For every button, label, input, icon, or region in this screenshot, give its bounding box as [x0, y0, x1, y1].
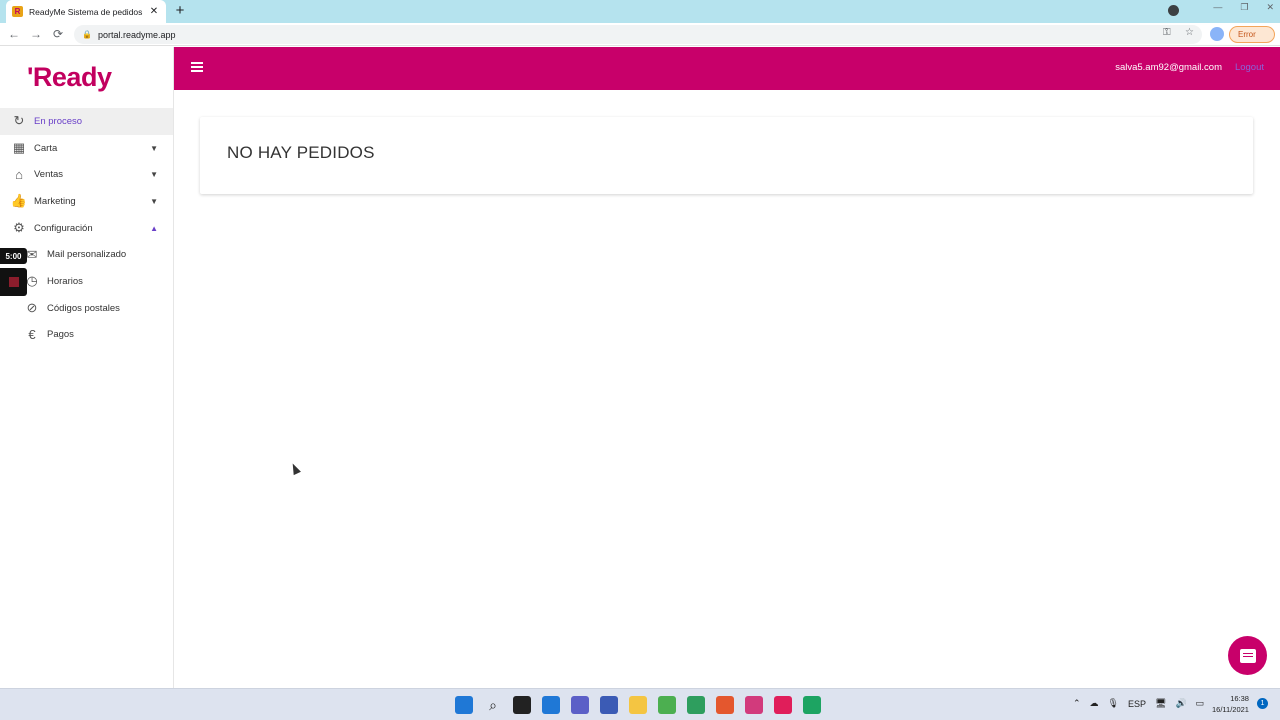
error-badge[interactable]: Error	[1229, 26, 1275, 43]
sidebar-item-label: Carta	[34, 142, 58, 154]
gear-icon: ⚙	[13, 220, 25, 236]
app-icon[interactable]	[600, 696, 618, 714]
sidebar-item-label: Códigos postales	[47, 302, 120, 314]
store-icon: ⌂	[15, 167, 23, 183]
sidebar-item-label: Pagos	[47, 329, 74, 341]
network-icon[interactable]: 🖥	[1155, 698, 1166, 709]
snipping-tool-icon[interactable]	[687, 696, 705, 714]
windows-taskbar: ⌕ ⌃ ☁ 🎙 ESP 🖥 🔊 ▭ 16:38 16/11/2021 1	[0, 688, 1280, 720]
compass-icon: ⊘	[26, 300, 38, 316]
forward-icon[interactable]: →	[29, 26, 43, 42]
sidebar-item-pagos[interactable]: € Pagos	[0, 322, 173, 349]
hamburger-menu-icon[interactable]	[191, 62, 203, 72]
chat-icon	[1239, 648, 1256, 663]
mail-icon: ✉	[26, 246, 38, 262]
sidebar-item-configuracion[interactable]: ⚙ Configuración ▲	[0, 215, 173, 242]
language-indicator[interactable]: ESP	[1128, 699, 1146, 709]
system-tray: ⌃ ☁ 🎙 ESP 🖥 🔊 ▭	[1073, 698, 1204, 709]
slack-icon[interactable]	[774, 696, 792, 714]
sidebar-item-en-proceso[interactable]: ↻ En proceso	[0, 108, 173, 135]
search-icon[interactable]: ⌕	[484, 696, 502, 714]
microphone-icon[interactable]: 🎙	[1108, 698, 1119, 709]
address-bar: ← → ⟳ 🔒 portal.readyme.app ⚿ ☆ Error	[0, 23, 1280, 46]
lock-icon[interactable]: 🔒	[82, 30, 92, 39]
widgets-icon[interactable]	[542, 696, 560, 714]
sidebar: 'Ready ↻ En proceso ▦ Carta ▼ ⌂ Ventas ▼…	[0, 47, 174, 688]
sidebar-item-marketing[interactable]: 👍 Marketing ▼	[0, 188, 173, 215]
onedrive-icon[interactable]: ☁	[1090, 698, 1099, 709]
chevron-down-icon: ▼	[150, 170, 158, 180]
restore-icon[interactable]: ❐	[1240, 2, 1248, 13]
empty-orders-message: NO HAY PEDIDOS	[227, 143, 375, 162]
tab-search-icon[interactable]	[1168, 5, 1179, 16]
sidebar-item-label: Mail personalizado	[47, 249, 127, 261]
chevron-up-icon: ▲	[150, 223, 158, 233]
mouse-cursor	[289, 461, 301, 476]
minimize-icon[interactable]: —	[1213, 2, 1222, 13]
sidebar-item-carta[interactable]: ▦ Carta ▼	[0, 135, 173, 162]
tab-title: ReadyMe Sistema de pedidos	[29, 6, 143, 17]
brave-browser-icon[interactable]	[716, 696, 734, 714]
logout-link[interactable]: Logout	[1235, 62, 1264, 73]
url-text: portal.readyme.app	[97, 29, 176, 40]
profile-avatar[interactable]	[1210, 27, 1224, 41]
dashboard-icon: ▦	[12, 140, 26, 156]
thumbs-up-icon: 👍	[10, 193, 28, 209]
browser-tab[interactable]: R ReadyMe Sistema de pedidos ✕	[6, 0, 166, 23]
clock-date: 16/11/2021	[1212, 705, 1249, 714]
sidebar-item-label: Marketing	[34, 195, 76, 207]
user-email: salva5.am92@gmail.com	[1115, 62, 1222, 73]
recording-timer: 5:00	[0, 248, 27, 264]
chevron-up-icon[interactable]: ⌃	[1073, 698, 1081, 709]
favicon-icon: R	[12, 6, 23, 17]
close-window-icon[interactable]: ✕	[1266, 2, 1274, 13]
clock-time: 16:38	[1230, 694, 1249, 703]
sidebar-item-label: En proceso	[34, 115, 83, 127]
stop-recording-button[interactable]	[0, 268, 27, 296]
chat-button[interactable]	[1228, 636, 1267, 675]
chevron-down-icon: ▼	[150, 196, 158, 206]
task-view-icon[interactable]	[513, 696, 531, 714]
chevron-down-icon: ▼	[150, 143, 158, 153]
sidebar-item-label: Horarios	[47, 275, 83, 287]
browser-tab-strip: R ReadyMe Sistema de pedidos ✕ + — ❐ ✕	[0, 0, 1280, 23]
notification-badge[interactable]: 1	[1257, 698, 1268, 709]
refresh-icon: ↻	[13, 113, 25, 129]
new-tab-button[interactable]: +	[172, 3, 188, 19]
sidebar-item-ventas[interactable]: ⌂ Ventas ▼	[0, 161, 173, 188]
back-icon[interactable]: ←	[7, 26, 21, 42]
system-clock[interactable]: 16:38 16/11/2021	[1212, 693, 1249, 715]
ready-logo[interactable]: 'Ready	[27, 62, 112, 93]
euro-icon: €	[28, 327, 36, 343]
sidebar-item-label: Ventas	[34, 169, 64, 181]
app-header: salva5.am92@gmail.com Logout	[174, 47, 1280, 90]
windows-start-icon[interactable]	[455, 696, 473, 714]
key-icon[interactable]: ⚿	[1163, 27, 1171, 38]
window-controls: — ❐ ✕	[1213, 2, 1274, 13]
orders-card: NO HAY PEDIDOS	[200, 117, 1253, 194]
chrome-icon[interactable]	[803, 696, 821, 714]
volume-icon[interactable]: 🔊	[1175, 698, 1186, 709]
file-explorer-icon[interactable]	[629, 696, 647, 714]
taskbar-apps: ⌕	[455, 696, 821, 714]
stop-icon	[8, 277, 19, 287]
sidebar-item-label: Configuración	[34, 222, 93, 234]
browser-app-icon[interactable]	[745, 696, 763, 714]
reload-icon[interactable]: ⟳	[51, 26, 65, 42]
sidebar-item-codigos-postales[interactable]: ⊘ Códigos postales	[0, 295, 173, 322]
bookmark-star-icon[interactable]: ☆	[1185, 27, 1194, 38]
teams-chat-icon[interactable]	[571, 696, 589, 714]
battery-icon[interactable]: ▭	[1196, 698, 1205, 709]
close-tab-icon[interactable]: ✕	[148, 6, 160, 17]
notepad-icon[interactable]	[658, 696, 676, 714]
url-input[interactable]: 🔒 portal.readyme.app	[74, 25, 1202, 44]
clock-icon: ◷	[26, 273, 38, 289]
sidebar-menu: ↻ En proceso ▦ Carta ▼ ⌂ Ventas ▼ 👍 Mark…	[0, 108, 173, 348]
